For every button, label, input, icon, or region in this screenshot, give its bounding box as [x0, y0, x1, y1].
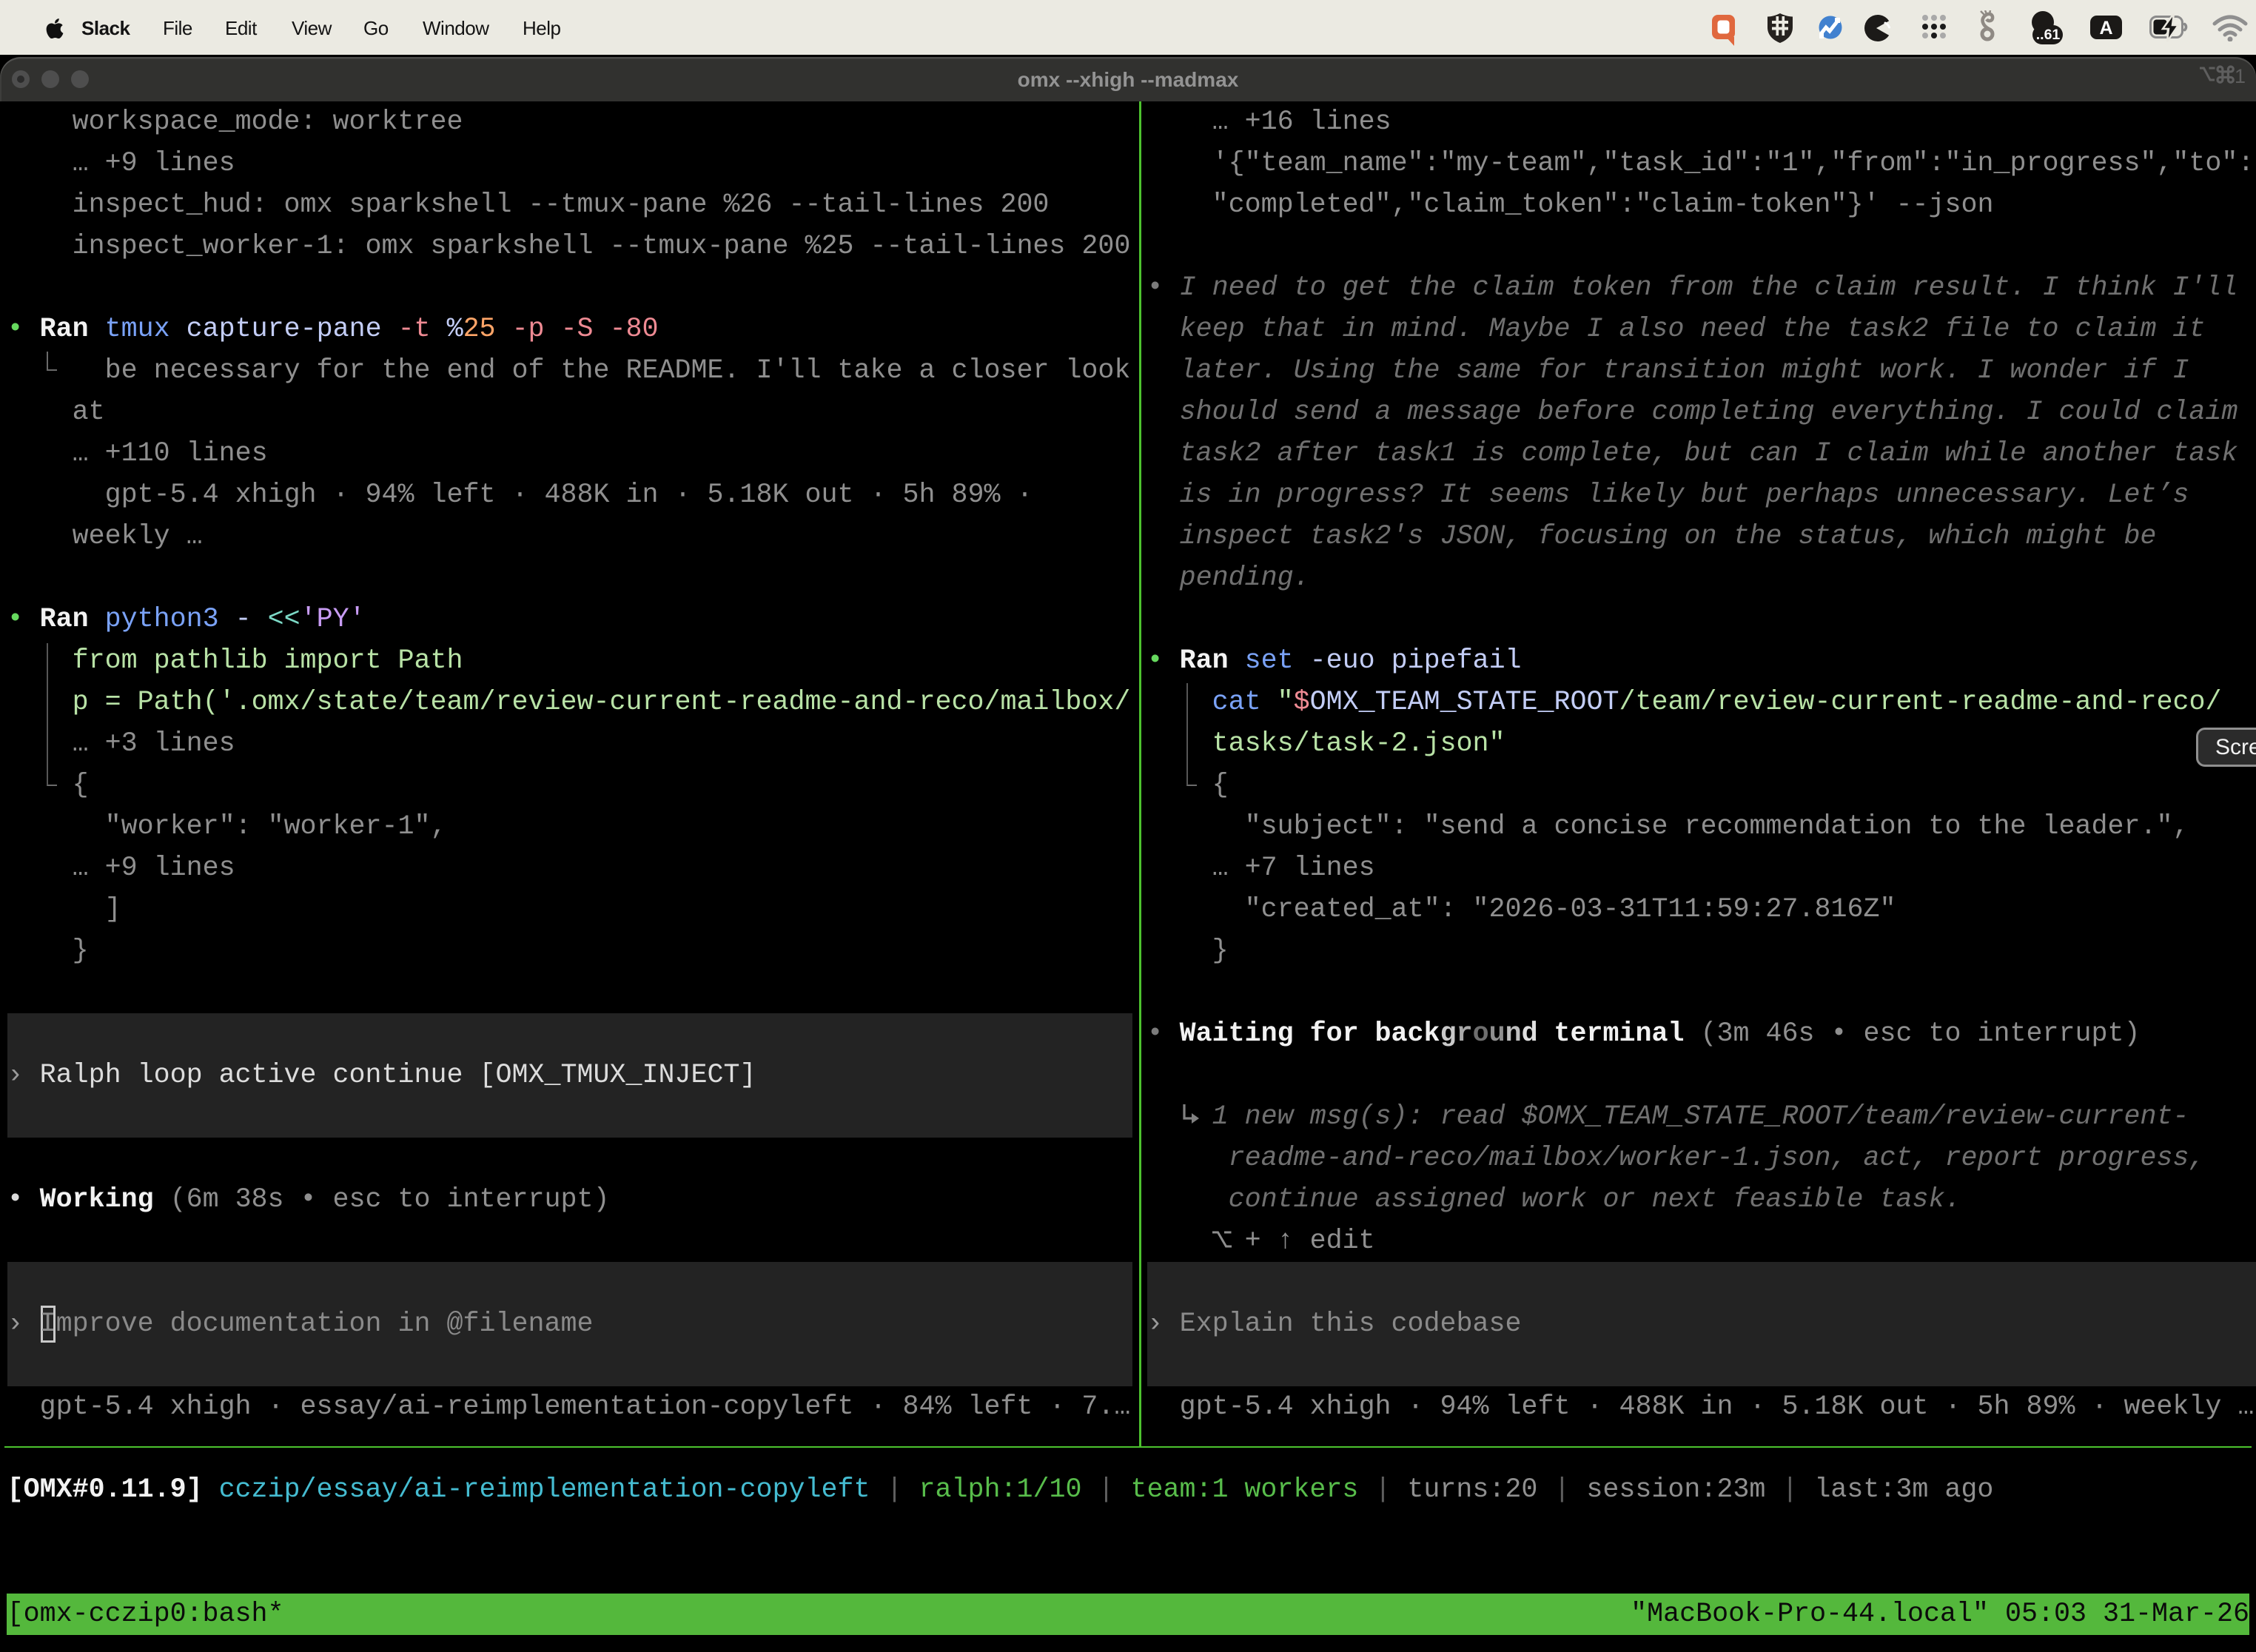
svg-text:..61: ..61	[2036, 27, 2061, 43]
svg-text:A: A	[2099, 18, 2112, 38]
svg-text:1: 1	[2235, 65, 2246, 86]
